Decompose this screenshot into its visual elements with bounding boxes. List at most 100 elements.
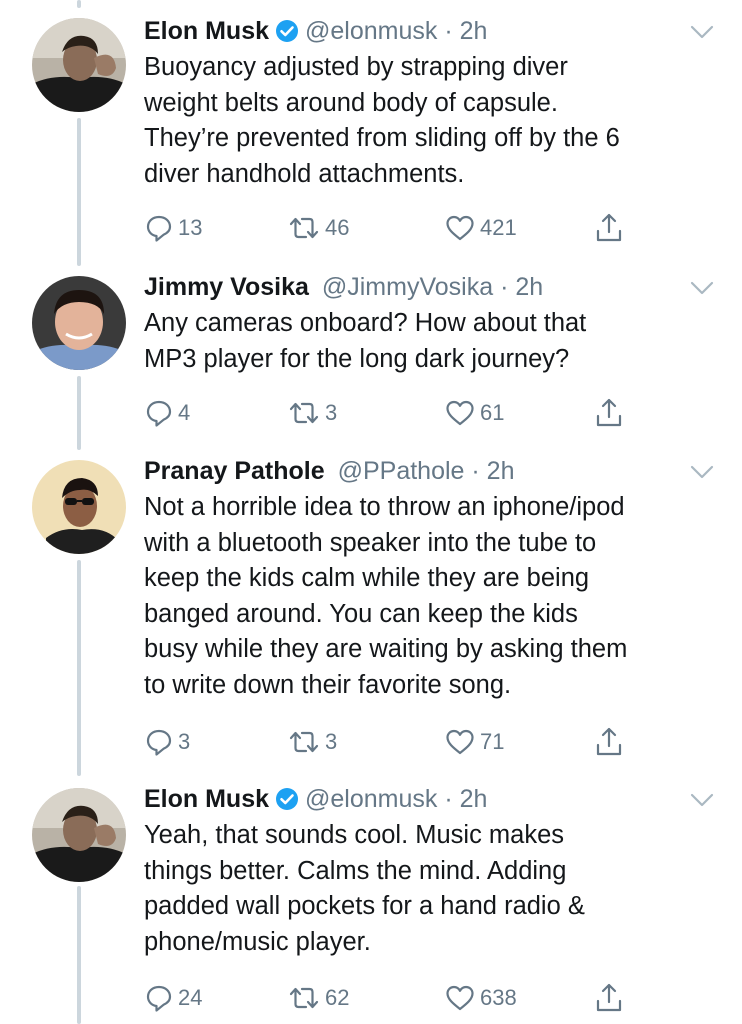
retweet-icon [289, 217, 319, 239]
avatar-elon-musk-icon [32, 788, 126, 882]
tweet-header: Elon Musk @elonmusk · 2h [144, 14, 487, 48]
retweet-icon [289, 731, 319, 753]
verified-badge-icon [276, 788, 299, 810]
retweet-count: 3 [325, 400, 338, 425]
like-button[interactable]: 61 [444, 397, 504, 429]
avatar[interactable] [32, 460, 126, 554]
tweet-text-line: Not a horrible idea to throw an iphone/i… [144, 493, 625, 521]
thread-line [77, 376, 81, 450]
tweet-text-line: Yeah, that sounds cool. Music makes [144, 821, 565, 849]
author-name[interactable]: Jimmy Vosika [144, 273, 309, 301]
heart-icon [446, 215, 474, 241]
thread-line [77, 560, 81, 776]
reply-count: 3 [178, 729, 191, 754]
tweet-text-line: diver handhold attachments. [144, 159, 465, 188]
reply-icon [146, 400, 172, 427]
share-icon [596, 213, 622, 242]
author-handle[interactable]: @JimmyVosika [322, 273, 493, 301]
author-name[interactable]: Elon Musk [144, 785, 269, 813]
reply-button[interactable]: 4 [144, 397, 190, 429]
tweet-text-line: keep the kids calm while they are being [144, 564, 590, 592]
retweet-count: 62 [325, 985, 350, 1010]
like-count: 61 [480, 400, 505, 425]
author-handle[interactable]: @elonmusk [305, 785, 437, 813]
reply-button[interactable]: 3 [144, 726, 190, 758]
avatar[interactable] [32, 276, 126, 370]
verified-badge-icon [276, 20, 299, 42]
share-button[interactable] [594, 397, 624, 429]
author-handle[interactable]: @elonmusk [305, 17, 437, 45]
like-button[interactable]: 638 [444, 982, 517, 1014]
tweet-header: Pranay Pathole @PPathole · 2h [144, 454, 514, 488]
author-handle[interactable]: @PPathole [338, 457, 465, 485]
author-name[interactable]: Elon Musk [144, 17, 269, 45]
like-count: 638 [480, 985, 517, 1010]
chevron-down-icon[interactable] [690, 280, 714, 296]
retweet-button[interactable]: 3 [287, 397, 337, 429]
tweet-text-line: to write down their favorite song. [144, 670, 512, 699]
separator-dot: · [444, 785, 453, 813]
timestamp[interactable]: 2h [515, 273, 543, 301]
tweet-text-line: Buoyancy adjusted by strapping diver [144, 53, 568, 81]
retweet-icon [289, 402, 319, 424]
tweet-text-line: MP3 player for the long dark journey? [144, 344, 570, 373]
thread-line [77, 886, 81, 1024]
tweet-actions: 4 3 61 [144, 397, 644, 429]
tweet-text-line: with a bluetooth speaker into the tube t… [144, 528, 597, 557]
tweet-actions: 3 3 71 [144, 726, 644, 758]
share-button[interactable] [594, 726, 624, 758]
tweet-text-line: Any cameras onboard? How about that [144, 309, 587, 337]
tweet-text-line: phone/music player. [144, 927, 371, 956]
reply-count: 13 [178, 215, 203, 240]
share-icon [596, 727, 622, 756]
tweet-header: Elon Musk @elonmusk · 2h [144, 782, 487, 816]
thread-line [77, 0, 81, 8]
reply-count: 24 [178, 985, 203, 1010]
share-button[interactable] [594, 982, 624, 1014]
share-button[interactable] [594, 212, 624, 244]
heart-icon [446, 729, 474, 755]
tweet-text-line: weight belts around body of capsule. [144, 88, 558, 117]
retweet-button[interactable]: 3 [287, 726, 337, 758]
tweet-actions: 24 62 638 [144, 982, 644, 1014]
tweet-text-line: busy while they are waiting by asking th… [144, 635, 628, 663]
avatar[interactable] [32, 18, 126, 112]
timestamp[interactable]: 2h [460, 785, 488, 813]
heart-icon [446, 400, 474, 426]
retweet-button[interactable]: 62 [287, 982, 349, 1014]
timestamp[interactable]: 2h [460, 17, 488, 45]
retweet-count: 3 [325, 729, 338, 754]
retweet-count: 46 [325, 215, 350, 240]
reply-icon [146, 729, 172, 756]
tweet-text: Not a horrible idea to throw an iphone/i… [144, 490, 719, 703]
heart-icon [446, 985, 474, 1011]
chevron-down-icon[interactable] [690, 24, 714, 40]
chevron-down-icon[interactable] [690, 792, 714, 808]
chevron-down-icon[interactable] [690, 464, 714, 480]
share-icon [596, 983, 622, 1012]
like-count: 421 [480, 215, 517, 240]
reply-button[interactable]: 24 [144, 982, 202, 1014]
timestamp[interactable]: 2h [487, 457, 515, 485]
tweet-text-line: banged around. You can keep the kids [144, 599, 578, 628]
avatar-jimmy-vosika-icon [32, 276, 126, 370]
reply-button[interactable]: 13 [144, 212, 202, 244]
retweet-icon [289, 987, 319, 1009]
like-button[interactable]: 421 [444, 212, 517, 244]
tweet-header: Jimmy Vosika @JimmyVosika · 2h [144, 270, 543, 304]
avatar[interactable] [32, 788, 126, 882]
reply-icon [146, 985, 172, 1012]
like-button[interactable]: 71 [444, 726, 504, 758]
separator-dot: · [500, 273, 509, 301]
share-icon [596, 398, 622, 427]
tweet-actions: 13 46 421 [144, 212, 644, 244]
tweet-text-line: padded wall pockets for a hand radio & [144, 892, 585, 920]
tweet-text: Any cameras onboard? How about that MP3 … [144, 306, 719, 377]
tweet-text: Buoyancy adjusted by strapping diver wei… [144, 50, 719, 192]
retweet-button[interactable]: 46 [287, 212, 349, 244]
author-name[interactable]: Pranay Pathole [144, 457, 325, 485]
separator-dot: · [444, 17, 453, 45]
separator-dot: · [471, 457, 480, 485]
tweet-text-line: things better. Calms the mind. Adding [144, 856, 567, 885]
like-count: 71 [480, 729, 505, 754]
